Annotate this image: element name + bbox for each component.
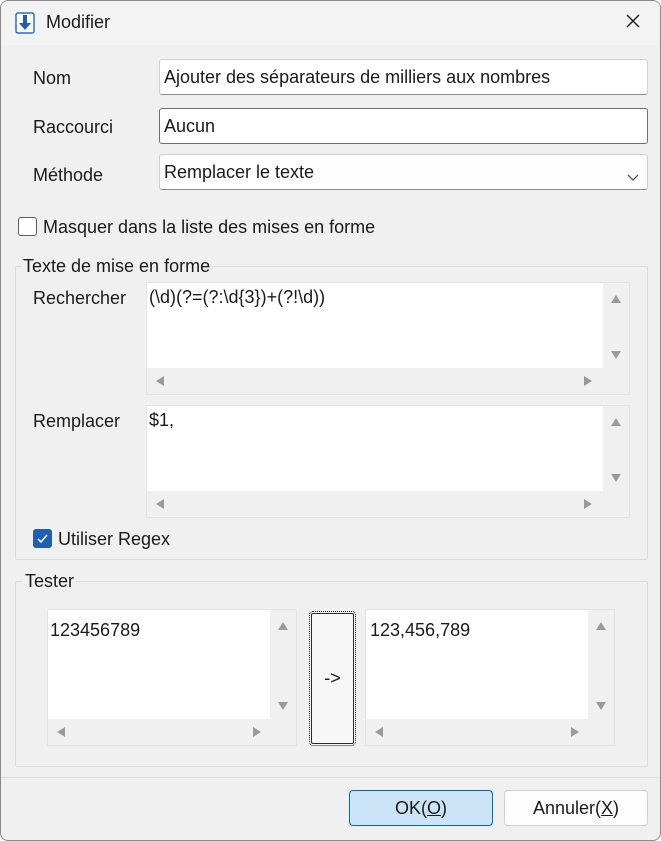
test-output-textarea[interactable]: 123,456,789 (365, 609, 615, 746)
test-output-horizontal-scrollbar[interactable] (366, 719, 590, 745)
close-icon (625, 13, 641, 34)
method-select-value: Remplacer le texte (164, 161, 315, 182)
download-arrow-icon (15, 12, 35, 34)
replace-vertical-scrollbar[interactable] (603, 406, 629, 493)
replace-textarea-value: $1, (149, 410, 175, 430)
shortcut-field-value: Aucun (164, 115, 216, 136)
replace-horizontal-scrollbar[interactable] (147, 491, 605, 517)
scroll-down-icon[interactable] (278, 702, 288, 710)
scroll-down-icon[interactable] (596, 702, 606, 710)
scroll-up-icon[interactable] (611, 295, 621, 303)
test-output-vertical-scrollbar[interactable] (588, 610, 614, 721)
scroll-up-icon[interactable] (278, 622, 288, 630)
dialog-window: Modifier Nom Ajouter des séparateurs de … (0, 0, 661, 841)
test-group-title: Tester (23, 571, 77, 592)
scroll-up-icon[interactable] (611, 418, 621, 426)
run-test-button[interactable]: -> (309, 611, 356, 746)
title-bar: Modifier (1, 1, 660, 45)
scroll-up-icon[interactable] (596, 622, 606, 630)
cancel-button[interactable]: Annuler(X) (504, 790, 648, 826)
scroll-right-icon[interactable] (584, 376, 592, 386)
scroll-down-icon[interactable] (611, 351, 621, 359)
name-field-value: Ajouter des séparateurs de milliers aux … (164, 66, 551, 87)
replace-textarea[interactable]: $1, (146, 405, 630, 518)
test-input-horizontal-scrollbar[interactable] (48, 719, 272, 745)
method-select[interactable]: Remplacer le texte (159, 154, 648, 190)
scroll-right-icon[interactable] (584, 499, 592, 509)
name-label: Nom (33, 68, 72, 88)
scroll-right-icon[interactable] (571, 727, 579, 737)
use-regex-label[interactable]: Utiliser Regex (58, 529, 170, 550)
test-input-value: 123456789 (50, 620, 141, 640)
scroll-left-icon[interactable] (375, 727, 383, 737)
method-label: Méthode (33, 165, 104, 185)
search-horizontal-scrollbar[interactable] (147, 368, 605, 394)
scrollbar-corner (603, 368, 629, 394)
run-test-button-label: -> (324, 668, 341, 688)
test-input-textarea[interactable]: 123456789 (47, 609, 297, 746)
scroll-left-icon[interactable] (156, 499, 164, 509)
footer-divider (1, 777, 660, 778)
scroll-right-icon[interactable] (253, 727, 261, 737)
scrollbar-corner (588, 719, 614, 745)
shortcut-label: Raccourci (33, 117, 114, 137)
scrollbar-corner (603, 491, 629, 517)
format-text-group-title: Texte de mise en forme (21, 256, 213, 277)
cancel-button-label: Annuler(X) (532, 797, 620, 818)
scroll-left-icon[interactable] (57, 727, 65, 737)
use-regex-checkbox[interactable] (33, 529, 52, 548)
replace-label: Remplacer (33, 411, 121, 431)
search-label: Rechercher (33, 288, 127, 308)
search-vertical-scrollbar[interactable] (603, 283, 629, 370)
test-input-vertical-scrollbar[interactable] (270, 610, 296, 721)
close-button[interactable] (616, 7, 650, 39)
window-title: Modifier (46, 12, 111, 32)
search-textarea[interactable]: (\d)(?=(?:\d{3})+(?!\d)) (146, 282, 630, 395)
search-textarea-value: (\d)(?=(?:\d{3})+(?!\d)) (149, 287, 326, 307)
scroll-down-icon[interactable] (611, 474, 621, 482)
shortcut-field[interactable]: Aucun (159, 108, 648, 144)
ok-button[interactable]: OK(O) (349, 790, 493, 826)
scroll-left-icon[interactable] (156, 376, 164, 386)
name-field[interactable]: Ajouter des séparateurs de milliers aux … (159, 59, 648, 95)
scrollbar-corner (270, 719, 296, 745)
test-output-value: 123,456,789 (370, 620, 471, 640)
ok-button-label: OK(O) (394, 797, 448, 818)
hide-in-list-label[interactable]: Masquer dans la liste des mises en forme (43, 217, 375, 238)
hide-in-list-checkbox[interactable] (18, 217, 37, 236)
chevron-down-icon (627, 166, 639, 187)
